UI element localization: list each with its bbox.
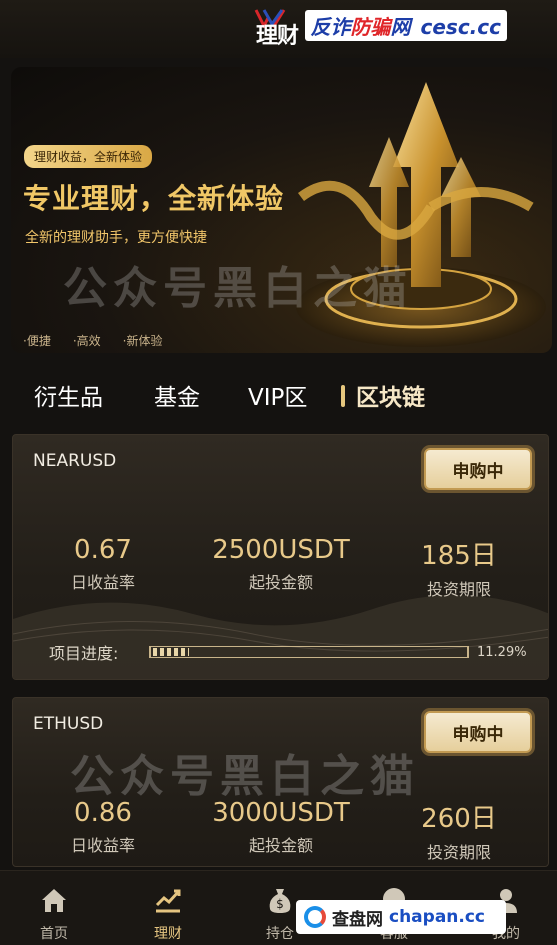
chart-icon [155,889,181,913]
stat-label: 日收益率 [70,836,135,855]
svg-text:$: $ [276,897,284,911]
banner-bullets: ·便捷 ·高效 ·新体验 [23,332,162,349]
nav-label: 首页 [40,926,68,942]
stat-term: 185日 投资期限 [379,535,539,600]
watermark-cesc: 反诈防骗网 cesc.cc [304,10,507,41]
progress-percent: 11.29% [477,644,527,660]
page-title: 理财 [256,24,299,49]
stat-label: 起投金额 [248,573,313,592]
stat-value: 2500USDT [212,535,350,565]
banner-bullet: ·新体验 [122,334,163,348]
stat-label: 起投金额 [248,836,313,855]
stat-daily-yield: 0.86 日收益率 [23,798,183,856]
banner-tag: 理财收益，全新体验 [24,145,153,168]
stat-label: 投资期限 [426,580,491,599]
money-bag-icon: $ [269,889,291,913]
product-name: ETHUSD [33,714,104,734]
banner-title: 专业理财，全新体验 [23,182,285,215]
active-tab-indicator [341,385,345,407]
banner-subtitle: 全新的理财助手，更方便快捷 [25,230,207,246]
watermark-chapan: 查盘网 chapan.cc [296,900,506,934]
stat-min-investment: 3000USDT 起投金额 [201,798,361,856]
nav-label: 理财 [154,926,182,942]
home-icon [42,889,66,912]
subscribe-button[interactable]: 申购中 [424,711,532,753]
banner-bullet: ·高效 [72,334,101,348]
product-card[interactable]: NEARUSD 申购中 0.67 日收益率 2500USDT 起投金额 185日… [12,434,549,680]
stat-min-investment: 2500USDT 起投金额 [201,535,361,593]
tab-blockchain[interactable]: 区块链 [356,378,425,412]
app-header: 理财 反诈防骗网 cesc.cc [0,0,557,58]
stat-label: 投资期限 [426,843,491,862]
stat-value: 185日 [421,541,497,571]
project-progress: 项目进度: 11.29% [49,641,544,663]
stat-term: 260日 投资期限 [379,798,539,863]
tab-vip[interactable]: VIP区 [248,378,307,412]
category-tabs: 衍生品 基金 VIP区 区块链 [0,370,557,418]
nav-home[interactable]: 首页 [14,885,94,943]
nav-finance[interactable]: 理财 [128,885,208,943]
product-name: NEARUSD [33,451,117,471]
progress-fill [153,648,189,656]
promo-banner[interactable]: 理财收益，全新体验 专业理财，全新体验 全新的理财助手，更方便快捷 ·便捷 ·高… [11,67,552,353]
progress-bar [149,646,469,658]
watermark-stamp: 公众号黑白之猫 [63,263,413,314]
progress-label: 项目进度: [49,644,119,663]
stat-daily-yield: 0.67 日收益率 [23,535,183,593]
stat-value: 0.67 [74,535,132,565]
subscribe-button[interactable]: 申购中 [424,448,532,490]
chapan-logo-icon [304,906,326,928]
tab-funds[interactable]: 基金 [154,378,200,412]
stat-label: 日收益率 [70,573,135,592]
tab-derivatives[interactable]: 衍生品 [34,378,103,412]
watermark-stamp: 公众号黑白之猫 [70,751,420,802]
banner-bullet: ·便捷 [23,334,51,348]
